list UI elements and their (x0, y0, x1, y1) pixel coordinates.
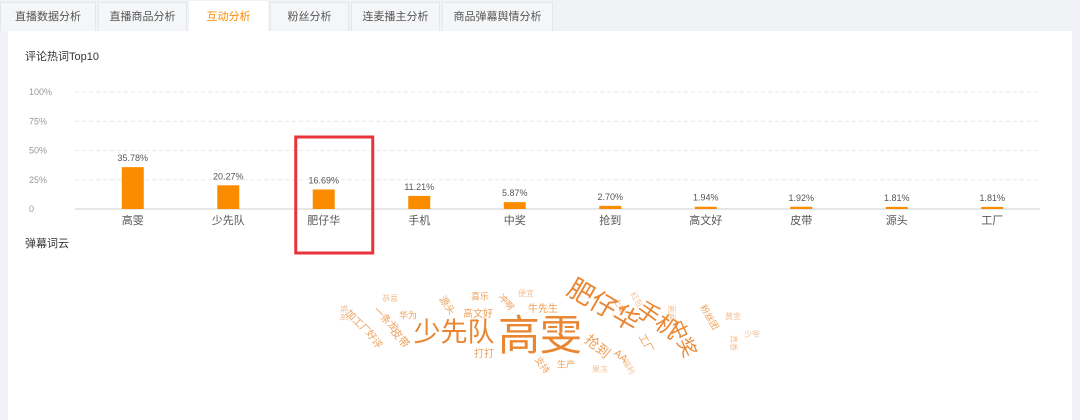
wordcloud-word: 工厂 (635, 332, 656, 356)
wordcloud-word: 黄金 (725, 312, 741, 321)
analysis-tab-bar: 直播数据分析 直播商品分析 互动分析 粉丝分析 连麦播主分析 商品弹幕舆情分析 (0, 0, 1080, 31)
wordcloud-word: 粉丝团 (697, 303, 720, 332)
category-label: 高雯 (122, 213, 144, 227)
tab-live-product-analysis[interactable]: 直播商品分析 (98, 2, 187, 31)
wordcloud-word: 打打 (474, 349, 494, 360)
category-label: 皮带 (790, 214, 812, 227)
bar-value-label: 16.69% (308, 175, 339, 185)
category-label: 工厂 (981, 215, 1003, 227)
wordcloud-word: 抢到 (581, 331, 613, 363)
wordcloud-word: 华为 (398, 311, 418, 322)
category-label: 高文好 (689, 213, 722, 227)
bar (694, 206, 717, 209)
bar-value-label: 1.94% (693, 193, 719, 203)
bar-value-label: 1.81% (979, 193, 1005, 203)
bar (217, 185, 240, 209)
tab-co-streaming-analysis[interactable]: 连麦播主分析 (351, 2, 440, 31)
bar (981, 206, 1004, 209)
y-tick-label: 0 (29, 204, 34, 214)
tab-live-data-analysis[interactable]: 直播数据分析 (0, 2, 96, 31)
category-label: 少先队 (212, 213, 245, 227)
bar-value-label: 1.81% (884, 193, 910, 203)
y-tick-label: 100% (29, 87, 52, 97)
category-label: 中奖 (504, 213, 526, 227)
bar (312, 189, 335, 209)
bar (790, 206, 813, 209)
bar-value-label: 35.78% (117, 153, 148, 163)
wordcloud-word: 少爷 (744, 330, 760, 339)
bar-value-label: 5.87% (502, 188, 528, 198)
bar-value-label: 1.92% (788, 193, 814, 203)
bar (121, 167, 144, 209)
bar (408, 195, 431, 209)
wordcloud-word: 源头 (436, 294, 457, 318)
danmaku-wordcloud-title: 弹幕词云 (25, 238, 69, 250)
wordcloud-word: 辉哥 (339, 305, 348, 321)
bar (503, 202, 526, 209)
tab-interaction-analysis[interactable]: 互动分析 (189, 1, 268, 31)
interaction-analysis-panel: 评论热词Top10 0 25% 50% 75% 100% 35.78% 高雯 20.27% 少先… (8, 31, 1072, 420)
wordcloud-word: 高文好 (463, 309, 493, 320)
wordcloud-word: 便宜 (518, 289, 534, 298)
category-label: 手机 (408, 213, 430, 227)
category-label: 源头 (886, 213, 908, 227)
wordcloud-word: 少先队 (413, 317, 495, 349)
danmaku-wordcloud: 高雯 少先队 肥仔华 手机 中奖 抢到 高文好 皮带 源头 工厂 恭喜 华为 好… (308, 274, 788, 391)
wordcloud-word: 果冻 (592, 365, 608, 374)
category-label: 抢到 (599, 213, 621, 227)
comment-hotwords-bar-chart: 0 25% 50% 75% 100% 35.78% 高雯 20.27% 少先队 16.69% 肥仔华… (29, 87, 1040, 255)
wordcloud-word: 喜乐 (470, 292, 490, 303)
tab-fans-analysis[interactable]: 粉丝分析 (270, 2, 349, 31)
y-tick-label: 75% (29, 116, 47, 126)
y-tick-label: 50% (29, 146, 47, 156)
category-label: 肥仔华 (307, 213, 340, 227)
wordcloud-word: 生产 (556, 360, 576, 371)
app-root: 直播数据分析 直播商品分析 互动分析 粉丝分析 连麦播主分析 商品弹幕舆情分析 … (0, 0, 1080, 420)
y-tick-label: 25% (29, 175, 47, 185)
bar (599, 205, 622, 209)
wordcloud-word: 一条龙 (370, 305, 400, 335)
wordcloud-word: 真香 (729, 335, 738, 351)
wordcloud-word: 牛先生 (528, 304, 558, 315)
bar-value-label: 20.27% (213, 171, 244, 181)
wordcloud-word: 中奖 (664, 316, 701, 361)
wordcloud-word: 冲啊 (495, 292, 516, 313)
wordcloud-word: 恭喜 (382, 294, 398, 303)
wordcloud-word: 画画 (667, 305, 676, 321)
bar-value-label: 11.21% (404, 182, 434, 192)
bar (885, 206, 908, 209)
bar-value-label: 2.70% (597, 192, 623, 202)
wordcloud-word: 高雯 (497, 311, 583, 360)
tab-product-danmaku-sentiment[interactable]: 商品弹幕舆情分析 (442, 2, 553, 31)
